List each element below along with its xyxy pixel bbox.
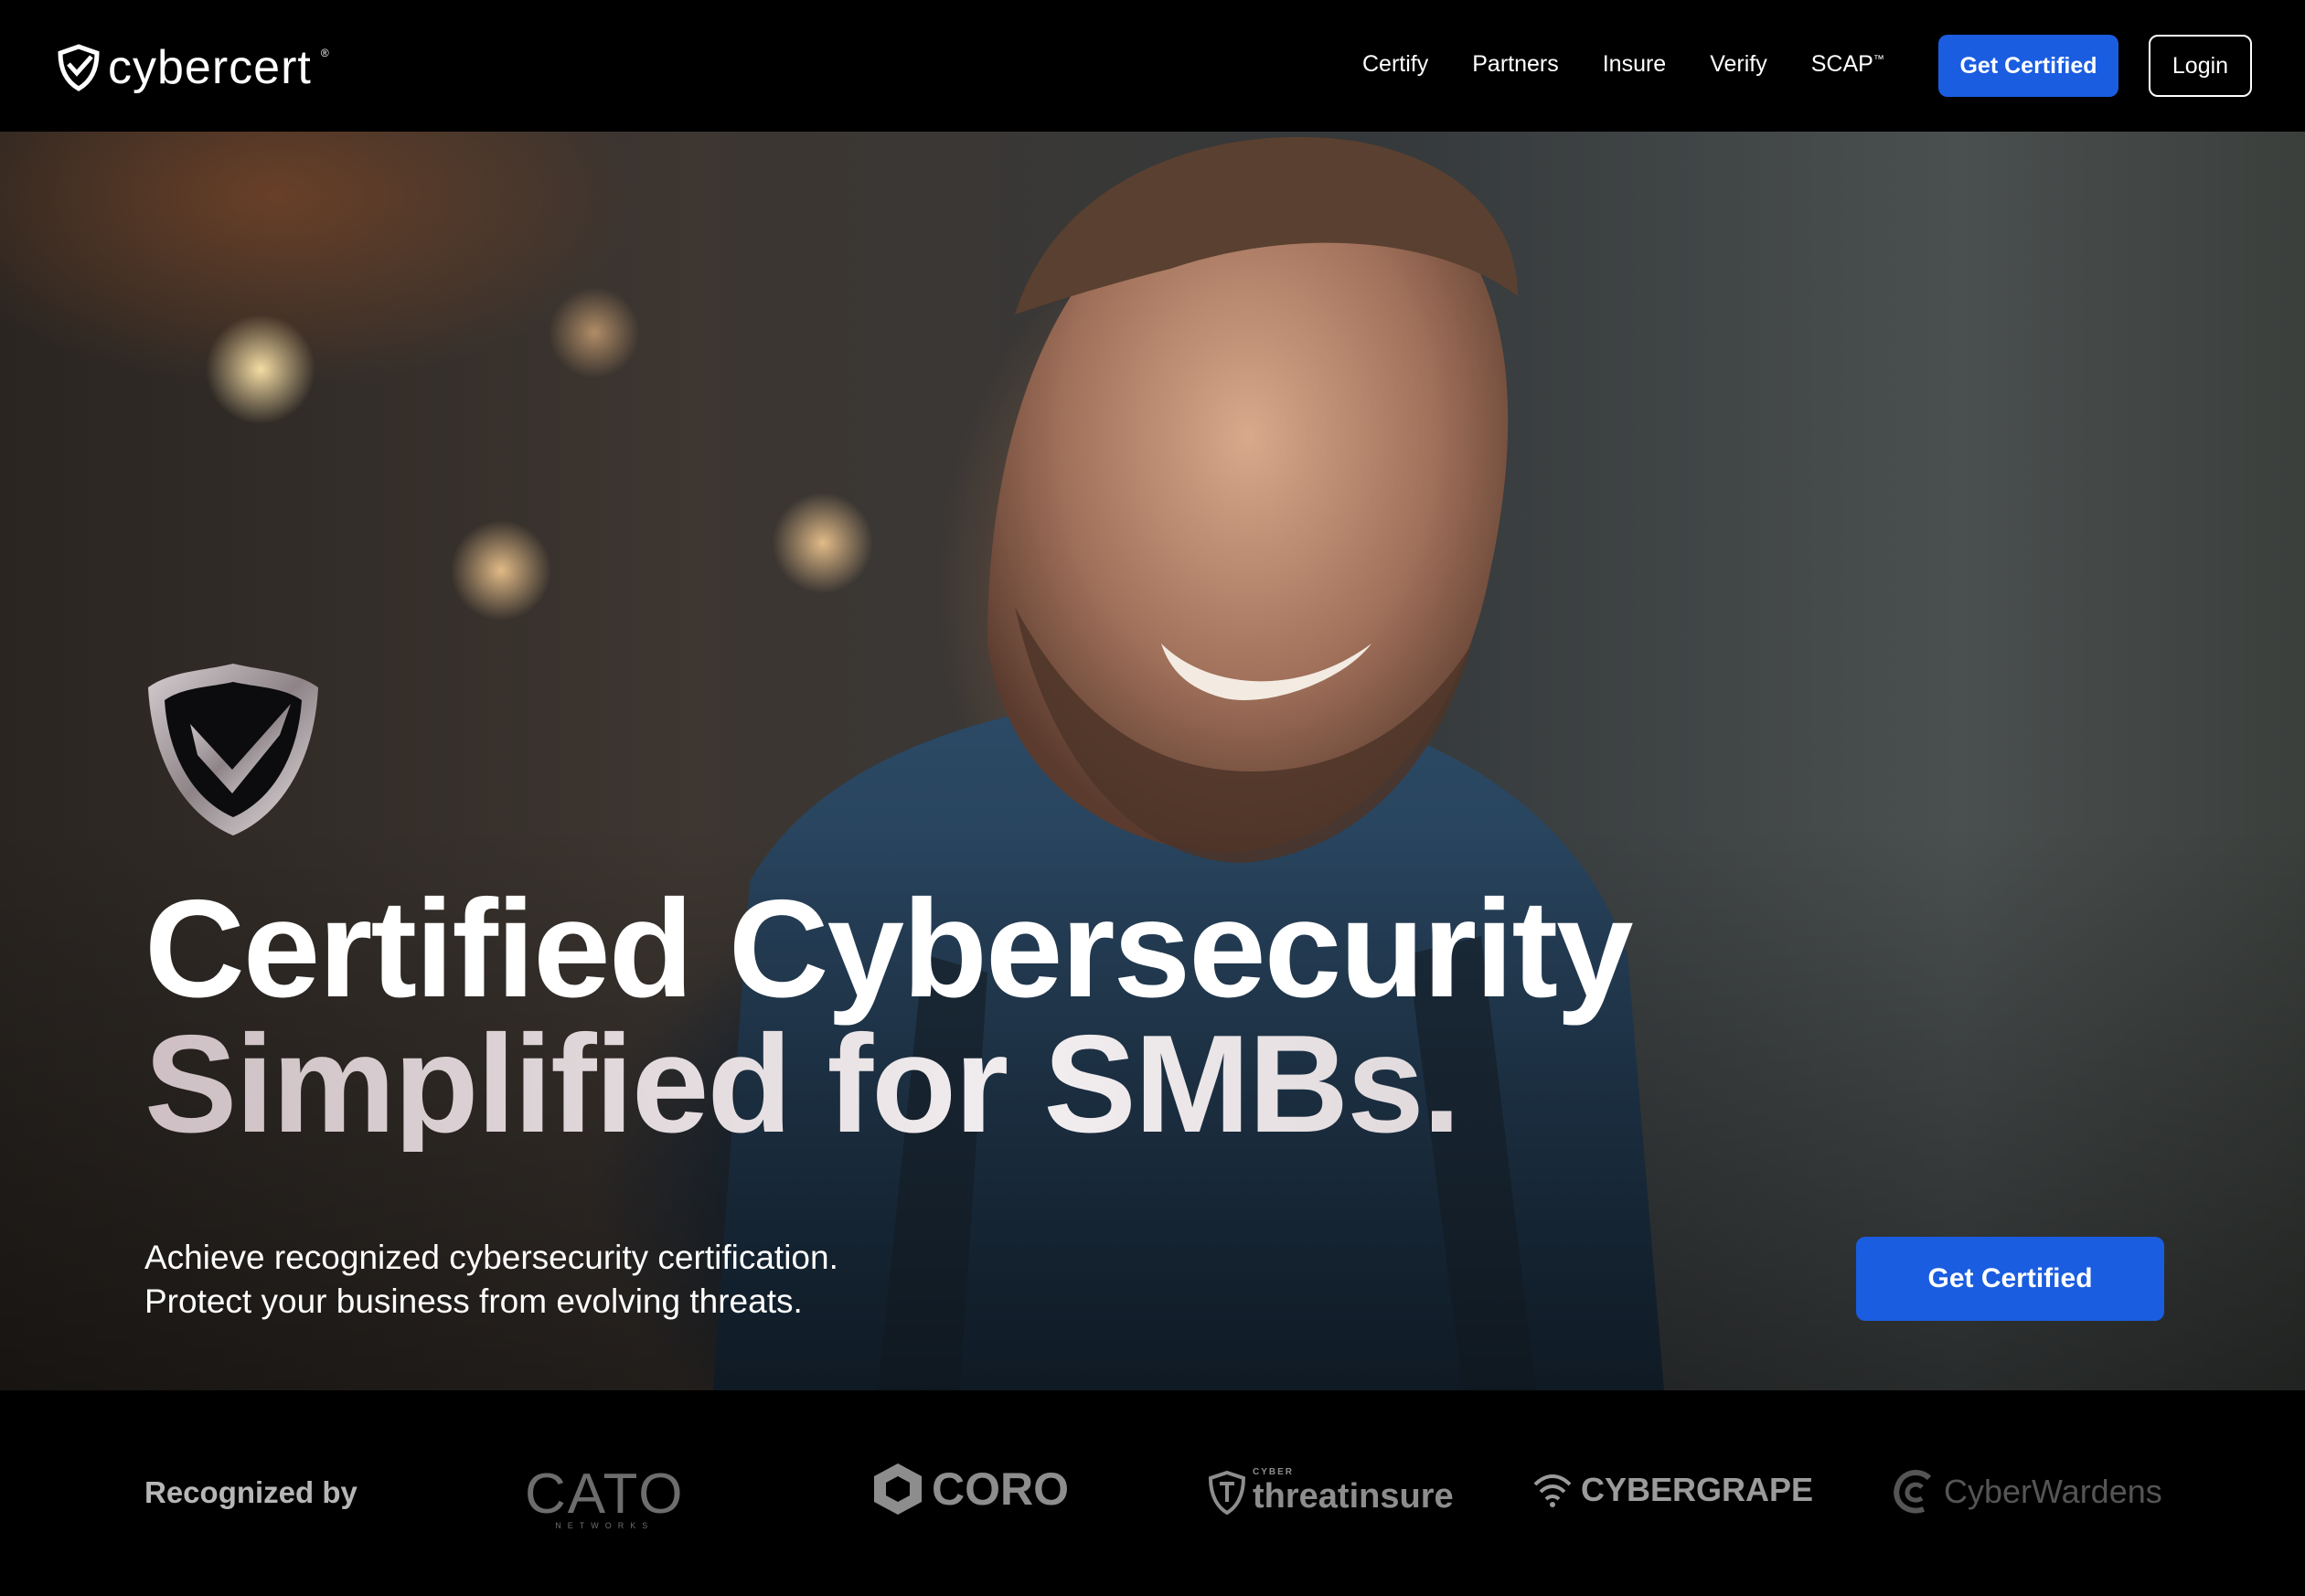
nav-scap[interactable]: SCAP™	[1811, 51, 1884, 78]
hero-headline-line2: Simplified for SMBs.	[144, 1015, 1632, 1154]
cato-subtitle: NETWORKS	[555, 1521, 655, 1530]
brand-name: cybercert	[108, 41, 312, 94]
threatinsure-wordmark-group: CYBER threatinsure	[1253, 1468, 1454, 1516]
shield-check-badge-icon	[148, 664, 318, 835]
hero-get-certified-button[interactable]: Get Certified	[1856, 1237, 2164, 1321]
threatinsure-shield-icon	[1209, 1470, 1245, 1515]
hero-photo-person	[713, 136, 1664, 1390]
hero-section: Certified Cybersecurity Simplified for S…	[0, 132, 2305, 1390]
nav-partners[interactable]: Partners	[1472, 51, 1558, 78]
threatinsure-cyber-small: CYBER	[1253, 1467, 1295, 1477]
hero-subtitle: Achieve recognized cybersecurity certifi…	[144, 1236, 838, 1324]
threatinsure-wordmark: threatinsure	[1253, 1477, 1454, 1516]
cato-wordmark: CATO	[525, 1463, 685, 1526]
login-button[interactable]: Login	[2149, 35, 2252, 97]
scap-tm-mark: ™	[1873, 52, 1884, 66]
nav-insure[interactable]: Insure	[1603, 51, 1666, 78]
nav-links: Certify Partners Insure Verify SCAP™	[1362, 51, 1884, 78]
nav-get-certified-button[interactable]: Get Certified	[1938, 35, 2118, 97]
hero-subtitle-line1: Achieve recognized cybersecurity certifi…	[144, 1239, 838, 1276]
top-nav: cybercert ® Certify Partners Insure Veri…	[0, 0, 2305, 132]
wifi-signal-icon	[1533, 1474, 1572, 1507]
shield-check-icon	[58, 44, 100, 91]
nav-scap-label: SCAP	[1810, 51, 1873, 77]
recognized-by-label: Recognized by	[144, 1475, 357, 1509]
partner-logo-coro[interactable]: CORO	[871, 1462, 1069, 1516]
hero-headline: Certified Cybersecurity Simplified for S…	[144, 871, 1634, 1154]
partner-logo-cybergrape[interactable]: CYBERGRAPE	[1531, 1471, 1813, 1509]
hero-subtitle-line2: Protect your business from evolving thre…	[144, 1282, 803, 1320]
nav-certify[interactable]: Certify	[1362, 51, 1428, 78]
recognized-by-bar: Recognized by CATO NETWORKS CORO CYBER t…	[0, 1390, 2305, 1596]
cybergrape-wordmark: CYBERGRAPE	[1581, 1471, 1814, 1508]
coro-hex-icon	[874, 1463, 922, 1515]
partner-logo-cato[interactable]: CATO NETWORKS	[525, 1462, 685, 1530]
partner-logo-threatinsure[interactable]: CYBER threatinsure	[1209, 1468, 1454, 1516]
cyberwardens-wordmark: CyberWardens	[1944, 1473, 2162, 1510]
brand-logo[interactable]: cybercert ®	[57, 40, 329, 95]
cyberwardens-swirl-icon	[1894, 1470, 1932, 1514]
brand-reg-mark: ®	[320, 47, 329, 59]
coro-wordmark: CORO	[932, 1463, 1069, 1515]
nav-verify[interactable]: Verify	[1710, 51, 1767, 78]
partner-logo-cyberwardens[interactable]: CyberWardens	[1893, 1469, 2162, 1515]
hero-headline-line1: Certified Cybersecurity	[144, 871, 1634, 1027]
